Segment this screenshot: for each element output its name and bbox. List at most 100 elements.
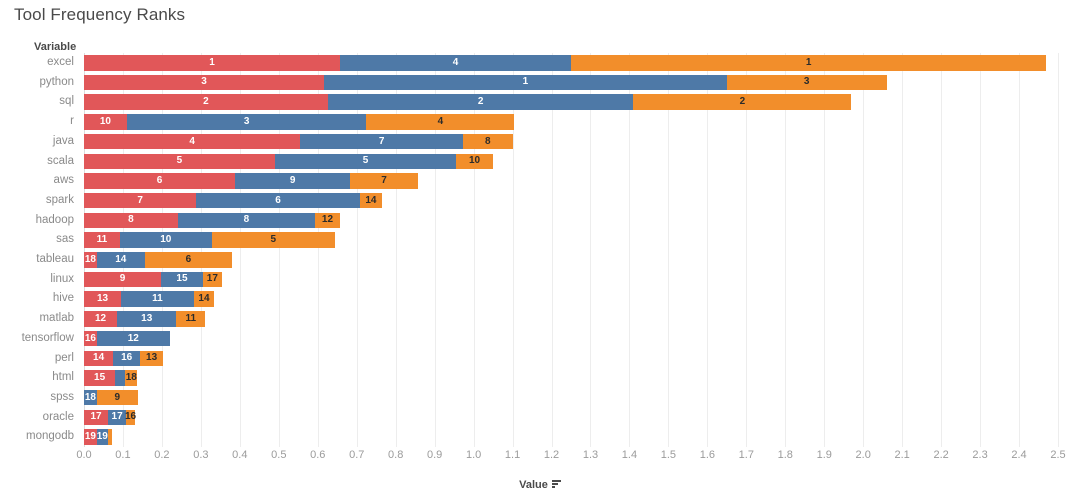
category-label[interactable]: tableau [0,250,74,270]
bar-value-label: 16 [121,352,133,364]
bar-segment[interactable]: 9 [84,271,162,288]
bar-segment[interactable]: 7 [300,133,464,150]
bar-segment[interactable]: 14 [359,192,383,209]
bar-segment[interactable]: 5 [211,232,335,248]
bar-segment[interactable]: 12 [96,330,170,347]
bar-segment[interactable]: 9 [235,173,351,189]
bar-segment[interactable]: 1 [570,55,1047,71]
bar-segment[interactable]: 3 [126,114,367,130]
bar-value-label: 1 [805,56,812,68]
axis-tick-label: 0.9 [426,449,443,461]
bar-segment[interactable]: 14 [96,252,145,268]
bar-segment[interactable]: 1 [323,74,727,91]
stacked-bar: 16 12 [84,330,170,347]
bar-segment[interactable]: 17 [202,271,222,288]
bar-segment[interactable]: 10 [84,114,127,130]
bar-value-label: 19 [84,431,96,443]
bar-segment[interactable]: 15 [84,370,116,386]
bar-segment[interactable]: 5 [274,153,457,169]
bar-segment[interactable]: 4 [84,133,301,150]
bar-segment[interactable]: 8 [84,212,178,229]
bar-segment[interactable]: 8 [463,133,513,150]
category-label[interactable]: r [0,112,74,132]
bar-value-label: 3 [803,76,810,88]
category-label[interactable]: tensorflow [0,329,74,349]
category-label[interactable]: sql [0,92,74,112]
bar-segment[interactable]: 19 [84,429,97,445]
bar-value-label: 11 [185,312,197,324]
category-label[interactable]: scala [0,152,74,172]
bar-segment[interactable]: 10 [119,232,212,248]
table-row: 19 19 [84,427,1058,447]
category-label[interactable]: spark [0,191,74,211]
bar-segment[interactable] [115,370,126,386]
bar-segment[interactable]: 13 [140,350,164,366]
bar-segment[interactable] [107,429,112,445]
category-label[interactable]: linux [0,270,74,290]
bar-segment[interactable]: 6 [84,173,236,189]
category-label[interactable]: oracle [0,408,74,428]
bar-segment[interactable]: 18 [84,252,97,268]
bar-segment[interactable]: 1 [84,55,340,71]
bar-segment[interactable]: 15 [161,271,203,288]
bar-segment[interactable]: 16 [84,330,97,347]
bar-segment[interactable]: 17 [108,409,127,426]
bar-segment[interactable]: 10 [456,153,494,169]
table-row: 14 16 13 [84,349,1058,369]
bar-segment[interactable]: 3 [84,74,324,91]
bar-segment[interactable]: 11 [176,311,206,327]
category-label[interactable]: java [0,132,74,152]
bar-segment[interactable]: 13 [84,291,121,307]
bar-segment[interactable]: 14 [193,291,215,307]
axis-tick-label: 2.0 [855,449,871,461]
bar-value-label: 5 [176,155,183,167]
bar-segment[interactable]: 9 [96,389,138,406]
axis-tick-label: 2.2 [933,449,949,461]
bar-segment[interactable]: 18 [125,370,138,386]
bar-segment[interactable]: 4 [366,114,515,130]
category-label[interactable]: excel [0,53,74,73]
bar-segment[interactable]: 11 [121,291,194,307]
bar-segment[interactable]: 16 [125,409,136,426]
bar-segment[interactable]: 7 [84,192,197,209]
bar-segment[interactable]: 14 [84,350,114,366]
stacked-bar: 15 18 [84,370,138,386]
bar-segment[interactable]: 19 [97,429,108,445]
sort-descending-icon[interactable] [551,480,561,489]
bar-segment[interactable]: 17 [84,409,109,426]
bar-segment[interactable]: 12 [84,311,118,327]
category-label[interactable]: hive [0,289,74,309]
bar-segment[interactable]: 11 [84,232,120,248]
category-label[interactable]: perl [0,349,74,369]
bar-segment[interactable]: 6 [196,192,360,209]
bar-value-label: 1 [522,76,529,88]
table-row: 12 13 11 [84,309,1058,329]
category-label[interactable]: hadoop [0,211,74,231]
axis-tick-label: 0.2 [154,449,170,461]
bar-value-label: 9 [289,174,296,186]
bar-segment[interactable]: 2 [84,94,328,110]
bar-segment[interactable]: 2 [633,94,852,110]
bar-segment[interactable]: 5 [84,153,275,169]
category-label[interactable]: mongodb [0,427,74,447]
bar-segment[interactable]: 16 [113,350,141,366]
bar-segment[interactable]: 6 [144,252,233,268]
category-label[interactable]: html [0,368,74,388]
bar-segment[interactable]: 7 [350,173,418,189]
category-label[interactable]: aws [0,171,74,191]
category-label[interactable]: spss [0,388,74,408]
category-label[interactable]: python [0,73,74,93]
value-axis-ticks: 0.0 0.1 0.2 0.3 0.4 0.5 0.6 0.7 0.8 0.9 1.0 1.1 1.2 1… [76,449,1065,465]
bar-segment[interactable]: 8 [177,212,316,229]
bar-segment[interactable]: 4 [339,55,571,71]
bar-segment[interactable]: 18 [84,389,97,406]
bar-segment[interactable]: 3 [726,74,887,91]
axis-tick-label: 1.0 [465,449,482,461]
axis-tick-label: 2.1 [894,449,910,461]
bar-value-label: 3 [201,76,207,88]
category-label[interactable]: sas [0,230,74,250]
bar-segment[interactable]: 12 [315,212,340,229]
category-label[interactable]: matlab [0,309,74,329]
bar-segment[interactable]: 13 [117,311,177,327]
bar-segment[interactable]: 2 [327,94,634,110]
